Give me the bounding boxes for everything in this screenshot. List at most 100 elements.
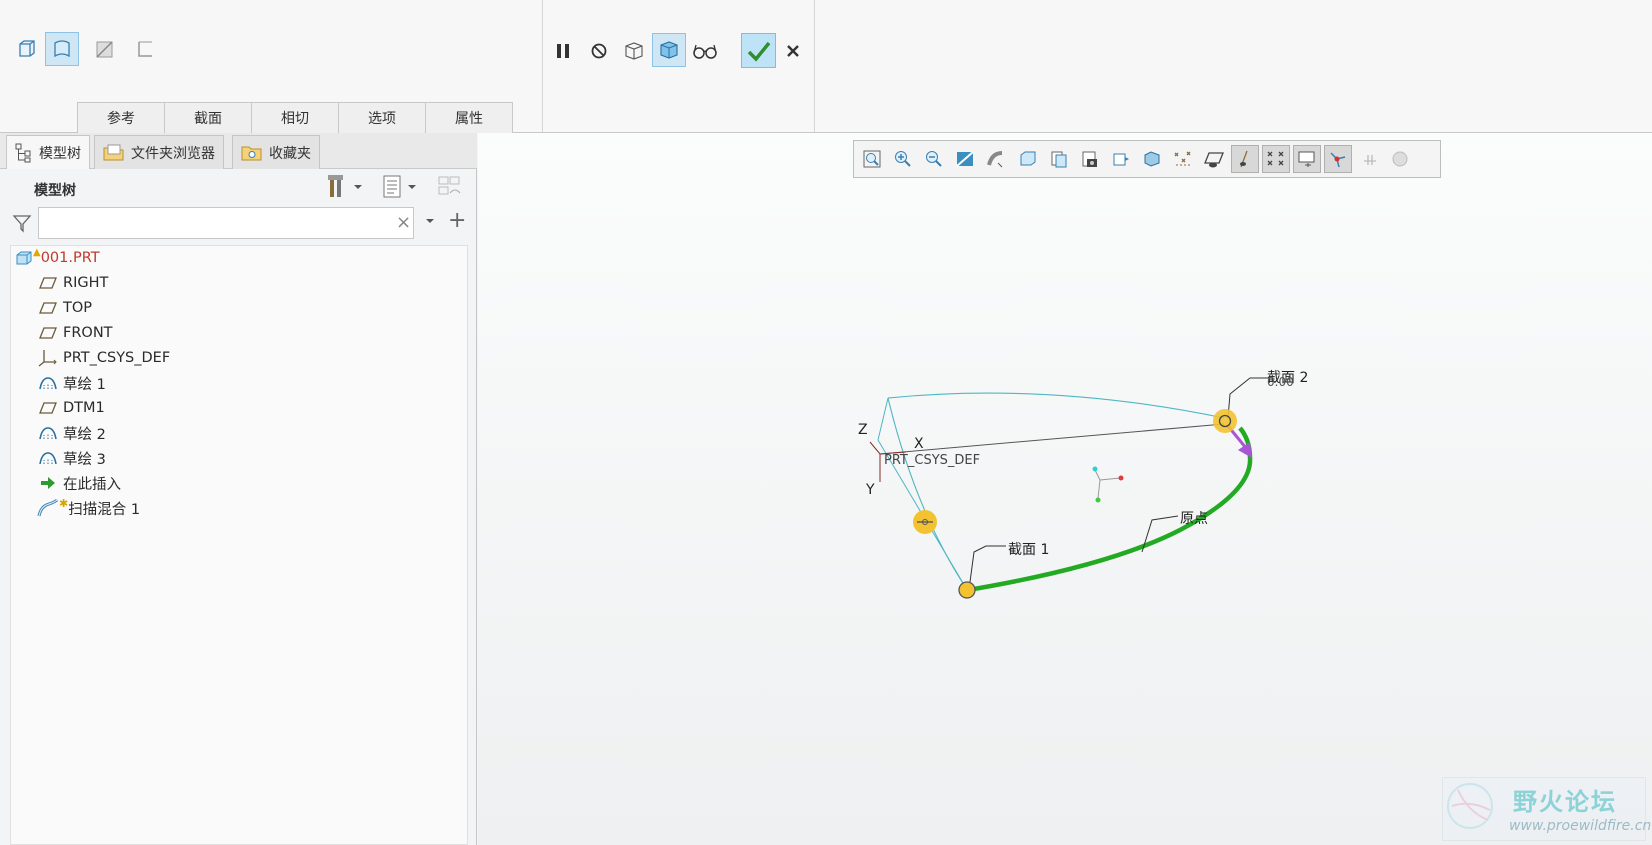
regen-warning-icon: ▲ <box>33 246 41 258</box>
model-tree-title: 模型树 <box>34 183 76 199</box>
repaint-icon[interactable] <box>951 145 979 173</box>
tree-item-front[interactable]: FRONT <box>37 321 113 345</box>
pause-icon[interactable] <box>546 34 580 68</box>
tree-item-insert-here[interactable]: 在此插入 <box>37 471 121 495</box>
perspective-icon[interactable] <box>1076 145 1104 173</box>
spin-center-display-icon[interactable] <box>1324 145 1352 173</box>
glasses-icon[interactable] <box>688 34 722 68</box>
hide-column-icon[interactable] <box>436 173 464 205</box>
ribbon-divider <box>542 0 543 132</box>
sketch-icon <box>37 374 59 392</box>
csys-label: PRT_CSYS_DEF <box>884 453 981 468</box>
origin-trajectory-label[interactable]: 原点 <box>1180 508 1208 528</box>
datum-plane-icon <box>37 299 59 317</box>
thin-icon[interactable] <box>88 32 122 66</box>
axis-z-label: Z <box>858 422 868 438</box>
tree-item-right[interactable]: RIGHT <box>37 271 108 295</box>
ok-check-icon[interactable] <box>741 33 776 68</box>
tree-item-label: 001.PRT <box>40 250 100 266</box>
insert-arrow-icon <box>37 474 59 492</box>
point-tag-display-icon[interactable] <box>1262 145 1290 173</box>
section1-label[interactable]: 截面 1 <box>1008 539 1049 559</box>
axis-x-label: X <box>914 436 924 452</box>
csys-display-icon[interactable] <box>1293 145 1321 173</box>
sketch-icon <box>37 449 59 467</box>
model-tree-icon <box>15 143 33 163</box>
tree-filter-row: × + <box>10 207 466 239</box>
verify-mode-icon[interactable] <box>617 34 651 68</box>
plane-display-icon[interactable] <box>1200 145 1228 173</box>
points-display-icon[interactable] <box>1169 145 1197 173</box>
zoom-out-icon[interactable] <box>920 145 948 173</box>
appearance-icon[interactable] <box>1386 145 1414 173</box>
tree-item-dtm1[interactable]: DTM1 <box>37 396 105 420</box>
tab-model-tree-label: 模型树 <box>39 145 81 162</box>
datum-plane-icon <box>37 399 59 417</box>
new-feature-star-icon: ✱ <box>59 496 69 510</box>
watermark-url: www.proewildfire.cn <box>1509 818 1652 834</box>
dashboard-ribbon: 参考 截面 相切 选项 属性 <box>0 0 1652 133</box>
view-manager-icon[interactable] <box>1045 145 1073 173</box>
search-dropdown-icon[interactable] <box>424 215 436 231</box>
tab-options[interactable]: 选项 <box>338 102 426 133</box>
tab-tangency[interactable]: 相切 <box>251 102 339 133</box>
tab-folder-browser[interactable]: 文件夹浏览器 <box>94 135 224 169</box>
folder-icon <box>103 144 125 162</box>
forum-watermark: 野火论坛 www.proewildfire.cn <box>1442 777 1651 841</box>
tree-item-sketch3[interactable]: 草绘 3 <box>37 446 106 470</box>
datum-plane-icon <box>37 274 59 292</box>
tab-sections[interactable]: 截面 <box>164 102 252 133</box>
refit-icon[interactable] <box>858 145 886 173</box>
tab-favorites-label: 收藏夹 <box>269 145 311 162</box>
tree-item-label: FRONT <box>63 325 113 341</box>
no-preview-icon[interactable] <box>582 34 616 68</box>
surface-icon[interactable] <box>45 32 79 66</box>
model-tree: ▲ 001.PRT RIGHT TOP FRONT PRT_CSYS_DEF 草… <box>10 245 468 845</box>
tab-references[interactable]: 参考 <box>77 102 165 133</box>
datum-plane-icon <box>37 324 59 342</box>
cancel-x-icon[interactable] <box>776 34 810 68</box>
tree-item-label: 草绘 2 <box>63 426 106 443</box>
tree-item-label: 扫描混合 1 <box>68 501 141 518</box>
tree-item-label: 草绘 3 <box>63 451 106 468</box>
filter-icon[interactable] <box>12 213 32 237</box>
tree-item-label: DTM1 <box>63 400 105 416</box>
settings-tools-icon[interactable] <box>326 173 366 205</box>
graphics-window[interactable] <box>478 133 1652 845</box>
tree-item-top[interactable]: TOP <box>37 296 92 320</box>
annotation-display-icon[interactable] <box>1356 145 1384 173</box>
navigator-panel: 模型树 文件夹浏览器 收藏夹 模型树 × + ▲ 001.PRT RIGHT T… <box>0 133 477 845</box>
tab-model-tree[interactable]: 模型树 <box>6 135 90 169</box>
tab-properties[interactable]: 属性 <box>425 102 513 133</box>
section2-rotation-value[interactable]: 0.00 <box>1267 375 1294 389</box>
tree-item-part[interactable]: ▲ 001.PRT <box>13 246 100 270</box>
watermark-title: 野火论坛 <box>1513 788 1617 816</box>
tab-folder-browser-label: 文件夹浏览器 <box>131 145 215 162</box>
axis-display-icon[interactable] <box>1231 145 1259 173</box>
tree-item-label: 草绘 1 <box>63 376 106 393</box>
geometry-preview-icon[interactable] <box>652 33 686 67</box>
spin-center-icon[interactable] <box>1107 145 1135 173</box>
tree-search-input[interactable] <box>38 207 414 239</box>
tree-item-label: 在此插入 <box>63 476 121 493</box>
axis-y-label: Y <box>866 482 875 498</box>
remove-material-icon[interactable] <box>128 32 162 66</box>
saved-orientations-icon[interactable] <box>1014 145 1042 173</box>
display-style-icon[interactable] <box>982 145 1010 173</box>
tab-favorites[interactable]: 收藏夹 <box>232 135 320 169</box>
show-options-icon[interactable] <box>380 173 420 205</box>
sweep-blend-icon <box>37 498 59 517</box>
tree-item-sweep-blend[interactable]: ✱ 扫描混合 1 <box>37 496 140 520</box>
tree-item-csys[interactable]: PRT_CSYS_DEF <box>37 346 170 370</box>
solid-icon[interactable] <box>10 32 44 66</box>
section-view-icon[interactable] <box>1138 145 1166 173</box>
csys-icon <box>37 349 59 367</box>
zoom-in-icon[interactable] <box>889 145 917 173</box>
tree-item-sketch1[interactable]: 草绘 1 <box>37 371 106 395</box>
clear-search-icon[interactable]: × <box>396 212 411 233</box>
dashboard-tabs: 参考 截面 相切 选项 属性 <box>77 102 513 133</box>
navigator-tabs: 模型树 文件夹浏览器 收藏夹 <box>0 133 477 169</box>
add-filter-button[interactable]: + <box>448 208 466 233</box>
tree-item-label: TOP <box>63 300 93 316</box>
tree-item-sketch2[interactable]: 草绘 2 <box>37 421 106 445</box>
